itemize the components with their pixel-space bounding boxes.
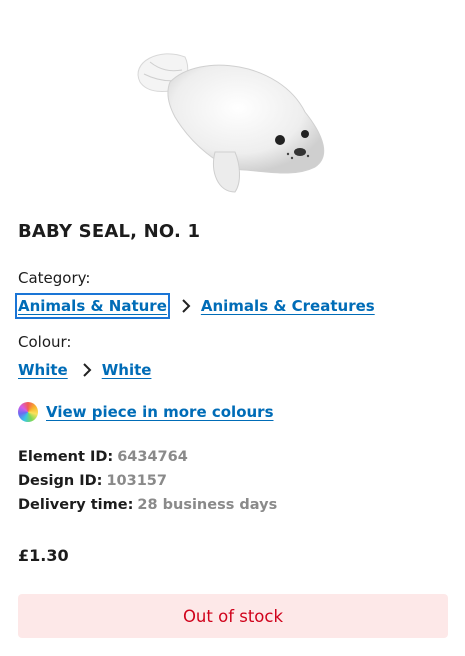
- out-of-stock-status: Out of stock: [18, 594, 448, 638]
- more-colours-row: View piece in more colours: [18, 402, 274, 422]
- chevron-right-icon: [181, 299, 191, 313]
- category-link-animals-nature[interactable]: Animals & Nature: [15, 293, 170, 319]
- product-title: BABY SEAL, NO. 1: [18, 221, 201, 242]
- colour-wheel-icon: [18, 402, 38, 422]
- price: £1.30: [18, 546, 69, 565]
- chevron-right-icon: [82, 363, 92, 377]
- element-id-label: Element ID:: [18, 449, 114, 465]
- design-id-label: Design ID:: [18, 473, 103, 489]
- category-link-animals-creatures[interactable]: Animals & Creatures: [201, 297, 375, 315]
- view-more-colours-link[interactable]: View piece in more colours: [46, 403, 274, 421]
- colour-link-white[interactable]: White: [18, 361, 68, 379]
- delivery-time-label: Delivery time:: [18, 497, 134, 513]
- design-id-row: Design ID: 103157: [18, 473, 167, 489]
- category-label: Category:: [18, 269, 91, 287]
- seal-image: [137, 53, 325, 193]
- element-id-row: Element ID: 6434764: [18, 449, 188, 465]
- colour-link-white-2[interactable]: White: [102, 361, 152, 379]
- element-id-value: 6434764: [117, 449, 188, 465]
- delivery-time-row: Delivery time: 28 business days: [18, 497, 277, 513]
- product-image: [130, 42, 335, 200]
- category-breadcrumb: Animals & Nature Animals & Creatures: [15, 293, 375, 319]
- delivery-time-value: 28 business days: [137, 497, 278, 513]
- colour-breadcrumb: White White: [18, 361, 151, 379]
- design-id-value: 103157: [106, 473, 167, 489]
- colour-label: Colour:: [18, 333, 72, 351]
